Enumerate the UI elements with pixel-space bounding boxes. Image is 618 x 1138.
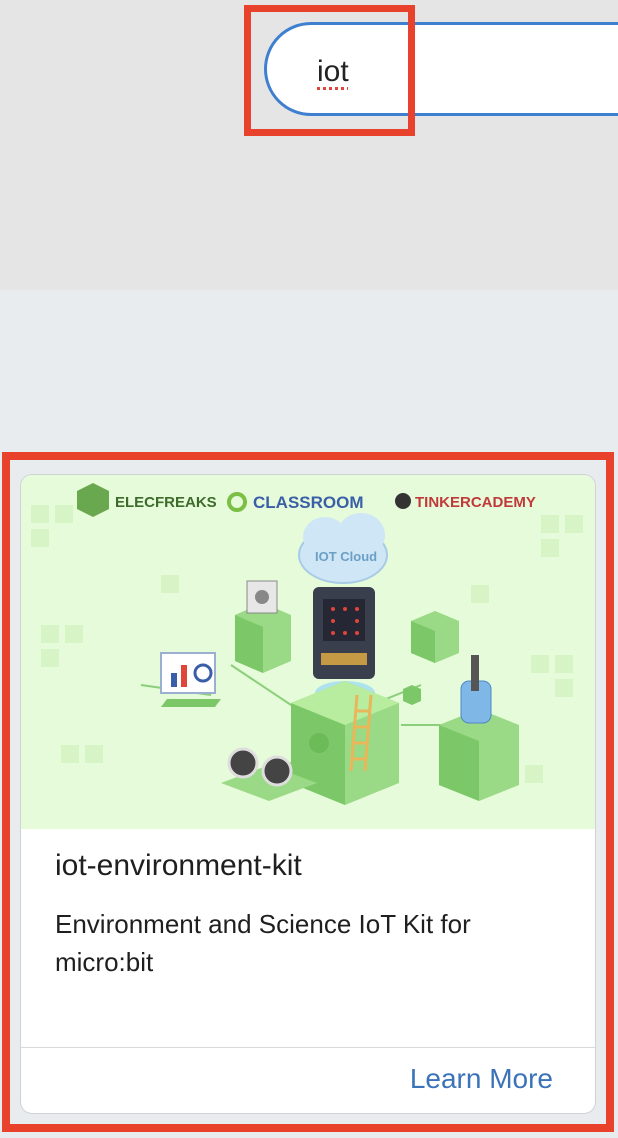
highlight-box-card	[2, 452, 614, 1132]
highlight-box-search	[244, 5, 415, 136]
